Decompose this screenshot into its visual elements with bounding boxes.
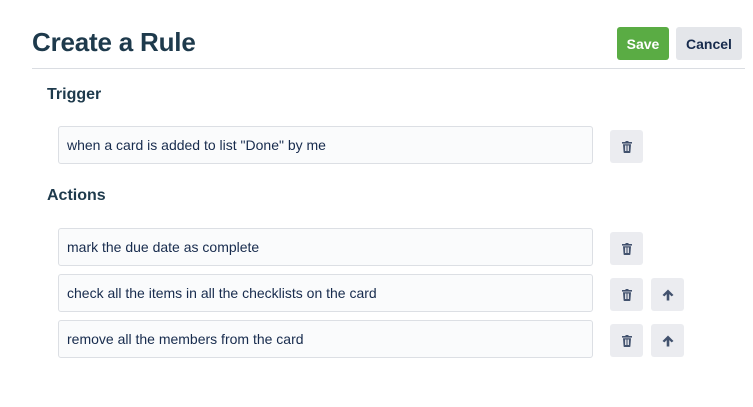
action-rule-text: mark the due date as complete xyxy=(67,239,260,255)
trash-icon xyxy=(621,242,632,255)
create-rule-page: Create a Rule Save Cancel Trigger when a… xyxy=(0,0,753,407)
delete-action-button[interactable] xyxy=(610,324,643,357)
delete-trigger-button[interactable] xyxy=(610,130,643,163)
page-title: Create a Rule xyxy=(32,27,196,57)
trigger-heading: Trigger xyxy=(47,86,102,103)
delete-action-button[interactable] xyxy=(610,232,643,265)
header-divider xyxy=(32,68,745,69)
action-rule[interactable]: remove all the members from the card xyxy=(58,320,593,358)
trash-icon xyxy=(621,334,632,347)
actions-heading: Actions xyxy=(47,187,106,204)
trigger-rule-text: when a card is added to list "Done" by m… xyxy=(67,137,326,153)
trash-icon xyxy=(621,140,632,153)
action-rule[interactable]: mark the due date as complete xyxy=(58,228,593,266)
arrow-up-icon xyxy=(662,335,674,347)
action-rule-text: check all the items in all the checklist… xyxy=(67,285,377,301)
move-action-up-button[interactable] xyxy=(651,324,684,357)
action-rule[interactable]: check all the items in all the checklist… xyxy=(58,274,593,312)
save-button[interactable]: Save xyxy=(617,27,669,60)
delete-action-button[interactable] xyxy=(610,278,643,311)
move-action-up-button[interactable] xyxy=(651,278,684,311)
action-rule-text: remove all the members from the card xyxy=(67,331,304,347)
arrow-up-icon xyxy=(662,289,674,301)
cancel-button[interactable]: Cancel xyxy=(676,27,742,60)
trash-icon xyxy=(621,288,632,301)
trigger-rule[interactable]: when a card is added to list "Done" by m… xyxy=(58,126,593,164)
